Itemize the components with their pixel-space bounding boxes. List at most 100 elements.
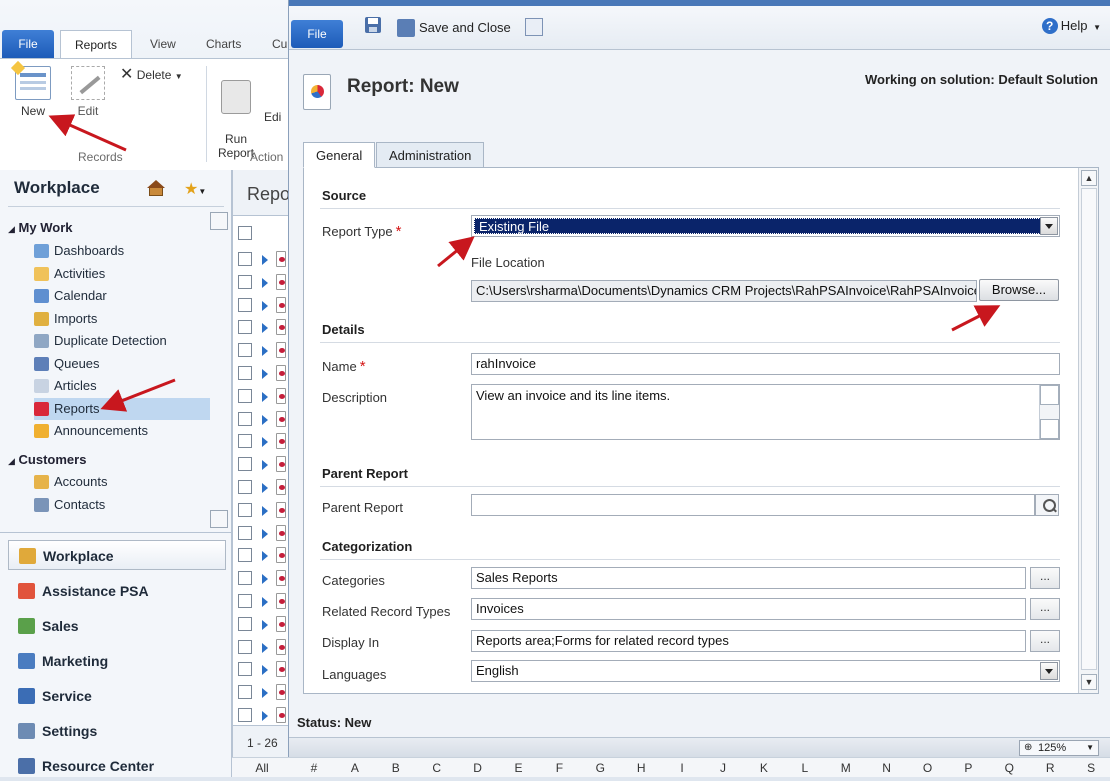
alpha-filter-j[interactable]: J [713,761,733,775]
nav-item-accounts[interactable]: Accounts [34,471,210,493]
row-checkbox[interactable] [238,571,252,586]
alpha-filter-g[interactable]: G [590,761,610,775]
display-in-picker-button[interactable]: ... [1030,630,1060,652]
bg-run-report-button[interactable]: Run Report [212,66,260,160]
table-row[interactable] [236,544,286,566]
nav-item-articles[interactable]: Articles [34,375,210,397]
nav-scroll-up[interactable] [210,212,228,230]
row-checkbox[interactable] [238,616,252,631]
select-all-checkbox[interactable] [238,226,252,240]
alpha-filter-all[interactable]: All [252,761,272,775]
workspace-marketing[interactable]: Marketing [8,646,226,676]
nav-item-announcements[interactable]: Announcements [34,420,210,442]
bg-edit-button[interactable]: Edit [66,66,110,118]
lookup-icon[interactable] [1035,494,1059,516]
expand-icon[interactable] [262,505,268,516]
file-location-field[interactable]: C:\Users\rsharma\Documents\Dynamics CRM … [471,280,977,302]
zoom-control[interactable]: ⊕ 125% ▼ [1019,740,1099,756]
tab-general[interactable]: General [303,142,376,168]
table-row[interactable] [236,316,286,338]
alpha-filter-l[interactable]: L [795,761,815,775]
scroll-up-button[interactable] [1040,385,1059,405]
scroll-up-icon[interactable]: ▲ [1081,170,1097,186]
row-checkbox[interactable] [238,388,252,403]
share-icon[interactable] [525,18,543,36]
table-row[interactable] [236,248,286,270]
alpha-filter-b[interactable]: B [386,761,406,775]
table-row[interactable] [236,636,286,658]
bg-new-button[interactable]: New [10,60,56,118]
nav-item-activities[interactable]: Activities [34,263,210,285]
table-row[interactable] [236,681,286,703]
alpha-filter-d[interactable]: D [468,761,488,775]
expand-icon[interactable] [262,574,268,585]
bg-edit2-button[interactable]: Edi [264,110,290,124]
table-row[interactable] [236,294,286,316]
alpha-filter-h[interactable]: H [631,761,651,775]
row-checkbox[interactable] [238,434,252,449]
related-record-types-picker-button[interactable]: ... [1030,598,1060,620]
alpha-filter-s[interactable]: S [1081,761,1101,775]
row-checkbox[interactable] [238,662,252,677]
table-row[interactable] [236,453,286,475]
row-checkbox[interactable] [238,343,252,358]
alpha-filter-a[interactable]: A [345,761,365,775]
description-field[interactable]: View an invoice and its line items. [471,384,1060,440]
favorites-icon[interactable]: ★▼ [184,179,214,198]
nav-item-calendar[interactable]: Calendar [34,285,210,307]
alpha-filter-n[interactable]: N [877,761,897,775]
categories-field[interactable]: Sales Reports [471,567,1026,589]
chevron-down-icon[interactable] [1040,217,1058,235]
table-row[interactable] [236,408,286,430]
categories-picker-button[interactable]: ... [1030,567,1060,589]
expand-icon[interactable] [262,391,268,402]
row-checkbox[interactable] [238,252,252,266]
expand-icon[interactable] [262,551,268,562]
expand-icon[interactable] [262,711,268,721]
bg-tab-charts[interactable]: Charts [196,30,251,58]
table-row[interactable] [236,567,286,589]
save-icon[interactable] [365,17,383,35]
table-row[interactable] [236,522,286,544]
description-scrollbar[interactable] [1039,385,1059,439]
nav-item-contacts[interactable]: Contacts [34,494,210,516]
my-work-section[interactable]: ◢ My Work [8,220,72,235]
workspace-service[interactable]: Service [8,681,226,711]
row-checkbox[interactable] [238,502,252,517]
expand-icon[interactable] [262,300,268,311]
bg-tab-reports[interactable]: Reports [60,30,132,58]
alpha-filter-m[interactable]: M [836,761,856,775]
expand-icon[interactable] [262,277,268,288]
help-button[interactable]: ? Help ▼ [1041,18,1101,34]
row-checkbox[interactable] [238,297,252,312]
row-checkbox[interactable] [238,274,252,289]
save-and-close-button[interactable]: Save and Close [397,17,511,39]
scrollbar-thumb[interactable] [1081,188,1097,670]
languages-select[interactable]: English [471,660,1060,682]
bg-tab-view[interactable]: View [140,30,186,58]
expand-icon[interactable] [262,597,268,607]
alpha-filter-c[interactable]: C [427,761,447,775]
name-field[interactable]: rahInvoice [471,353,1060,375]
alpha-filter-i[interactable]: I [672,761,692,775]
alpha-filter-f[interactable]: F [549,761,569,775]
expand-icon[interactable] [262,619,268,630]
nav-item-duplicate-detection[interactable]: Duplicate Detection [34,330,210,352]
home-icon[interactable] [146,178,166,198]
table-row[interactable] [236,590,286,612]
workspace-workplace[interactable]: Workplace [8,540,226,570]
nav-scroll-down[interactable] [210,510,228,528]
row-checkbox[interactable] [238,525,252,540]
scroll-down-button[interactable] [1040,419,1059,439]
expand-icon[interactable] [262,346,268,357]
report-type-select[interactable]: Existing File [471,215,1060,237]
bg-delete-button[interactable]: ✕ Delete ▼ [120,64,196,84]
expand-icon[interactable] [262,255,268,265]
workspace-assistance-psa[interactable]: Assistance PSA [8,576,226,606]
row-checkbox[interactable] [238,548,252,563]
nav-item-imports[interactable]: Imports [34,308,210,330]
scroll-down-icon[interactable]: ▼ [1081,674,1097,690]
customers-section[interactable]: ◢ Customers [8,452,86,467]
form-scrollbar[interactable]: ▲ ▼ [1078,168,1098,693]
nav-item-queues[interactable]: Queues [34,353,210,375]
